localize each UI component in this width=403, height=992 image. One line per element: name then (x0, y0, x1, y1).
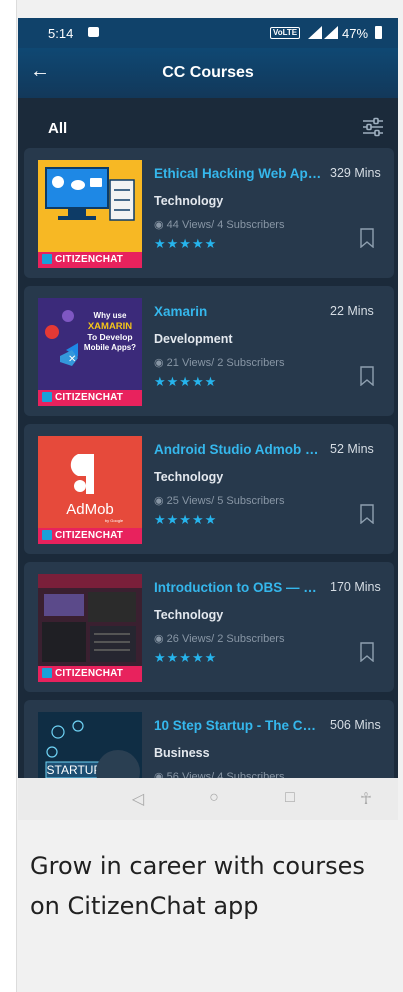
brand-label: CITIZENCHAT (55, 530, 124, 541)
svg-text:✕: ✕ (68, 354, 76, 365)
course-stats-text: 44 Views/ 4 Subscribers (166, 219, 285, 231)
brand-label: CITIZENCHAT (55, 254, 124, 265)
course-stats: ◉ 44 Views/ 4 Subscribers (154, 218, 284, 231)
brand-label: CITIZENCHAT (55, 668, 124, 679)
nav-back-icon[interactable]: ◁ (128, 789, 148, 809)
course-title[interactable]: Introduction to OBS — Open Broadcaster S… (154, 580, 322, 595)
course-stats: ◉ 25 Views/ 5 Subscribers (154, 494, 284, 507)
course-stats-text: 21 Views/ 2 Subscribers (166, 357, 285, 369)
citizenchat-brand-strip: CITIZENCHAT (38, 390, 142, 406)
thumb-text: AdMob (66, 501, 114, 518)
course-duration: 506 Mins (330, 718, 381, 732)
volte-badge: VoLTE (270, 27, 301, 39)
signal-strength-icon (324, 26, 338, 39)
thumb-text: XAMARIN (88, 321, 132, 332)
citizenchat-logo-icon (42, 254, 52, 265)
course-title[interactable]: Android Studio Admob Integration (154, 442, 322, 457)
course-thumbnail: CITIZENCHAT (38, 160, 142, 268)
status-bar: 5:14 VoLTE 47% (18, 18, 398, 48)
citizenchat-logo-icon (42, 668, 52, 679)
course-duration: 329 Mins (330, 166, 381, 180)
eye-icon: ◉ (154, 633, 164, 645)
rating-stars: ★★★★★ (154, 512, 218, 527)
course-thumbnail: AdMob by Google CITIZENCHAT (38, 436, 142, 544)
course-category: Business (154, 746, 210, 760)
system-nav-bar: ◁ ○ □ ☥ (18, 778, 398, 820)
bookmark-icon[interactable] (360, 366, 374, 386)
filter-settings-icon[interactable] (362, 116, 384, 138)
app-bar: ← CC Courses (18, 48, 398, 98)
eye-icon: ◉ (154, 357, 164, 369)
course-stats-text: 26 Views/ 2 Subscribers (166, 633, 285, 645)
battery-percent: 47% (342, 26, 369, 41)
course-category: Technology (154, 194, 224, 208)
citizenchat-logo-icon (42, 392, 52, 403)
citizenchat-logo-icon (42, 530, 52, 541)
rating-stars: ★★★★★ (154, 374, 218, 389)
brand-label: CITIZENCHAT (55, 392, 124, 403)
course-category: Technology (154, 608, 224, 622)
citizenchat-brand-strip: CITIZENCHAT (38, 666, 142, 682)
nav-recents-icon[interactable]: □ (280, 789, 300, 809)
citizenchat-brand-strip: CITIZENCHAT (38, 528, 142, 544)
course-thumbnail: ✕ Why use XAMARIN To Develop Mobile Apps… (38, 298, 142, 406)
eye-icon: ◉ (154, 495, 164, 507)
signal-icon (308, 26, 322, 39)
promo-caption: Grow in career with courses on CitizenCh… (30, 852, 365, 920)
nav-home-icon[interactable]: ○ (204, 789, 224, 809)
thumb-text: Why use (94, 311, 127, 320)
course-title[interactable]: 10 Step Startup - The Complete Guide (154, 718, 322, 733)
course-title[interactable]: Xamarin (154, 304, 322, 319)
course-card[interactable]: CITIZENCHAT Ethical Hacking Web Applicat… (24, 148, 394, 278)
course-stats: ◉ 21 Views/ 2 Subscribers (154, 356, 284, 369)
course-card[interactable]: CITIZENCHAT Introduction to OBS — Open B… (24, 562, 394, 692)
notification-icon (88, 27, 99, 37)
course-thumbnail: CITIZENCHAT (38, 574, 142, 682)
thumb-text: STARTUP (47, 763, 102, 777)
thumb-text: To Develop (87, 332, 132, 342)
phone-screen: 5:14 VoLTE 47% ← CC Courses All CITIZENC… (18, 18, 398, 820)
course-duration: 170 Mins (330, 580, 381, 594)
course-card[interactable]: AdMob by Google CITIZENCHAT Android Stud… (24, 424, 394, 554)
thumb-text: by Google (105, 518, 124, 523)
rating-stars: ★★★★★ (154, 650, 218, 665)
citizenchat-brand-strip: CITIZENCHAT (38, 252, 142, 268)
page-title: CC Courses (162, 64, 254, 81)
bookmark-icon[interactable] (360, 228, 374, 248)
course-card[interactable]: ✕ Why use XAMARIN To Develop Mobile Apps… (24, 286, 394, 416)
rating-stars: ★★★★★ (154, 236, 218, 251)
filter-all-tab[interactable]: All (48, 120, 67, 137)
course-category: Development (154, 332, 233, 346)
course-duration: 52 Mins (330, 442, 374, 456)
course-category: Technology (154, 470, 224, 484)
course-stats: ◉ 26 Views/ 2 Subscribers (154, 632, 284, 645)
course-title[interactable]: Ethical Hacking Web Applications (154, 166, 322, 181)
battery-icon (375, 26, 382, 39)
course-stats-text: 25 Views/ 5 Subscribers (166, 495, 285, 507)
bookmark-icon[interactable] (360, 642, 374, 662)
bookmark-icon[interactable] (360, 504, 374, 524)
accessibility-icon[interactable]: ☥ (356, 789, 376, 809)
eye-icon: ◉ (154, 219, 164, 231)
status-time: 5:14 (48, 26, 74, 41)
thumb-text: Mobile Apps? (84, 343, 136, 352)
course-duration: 22 Mins (330, 304, 374, 318)
filter-row: All (18, 98, 398, 148)
